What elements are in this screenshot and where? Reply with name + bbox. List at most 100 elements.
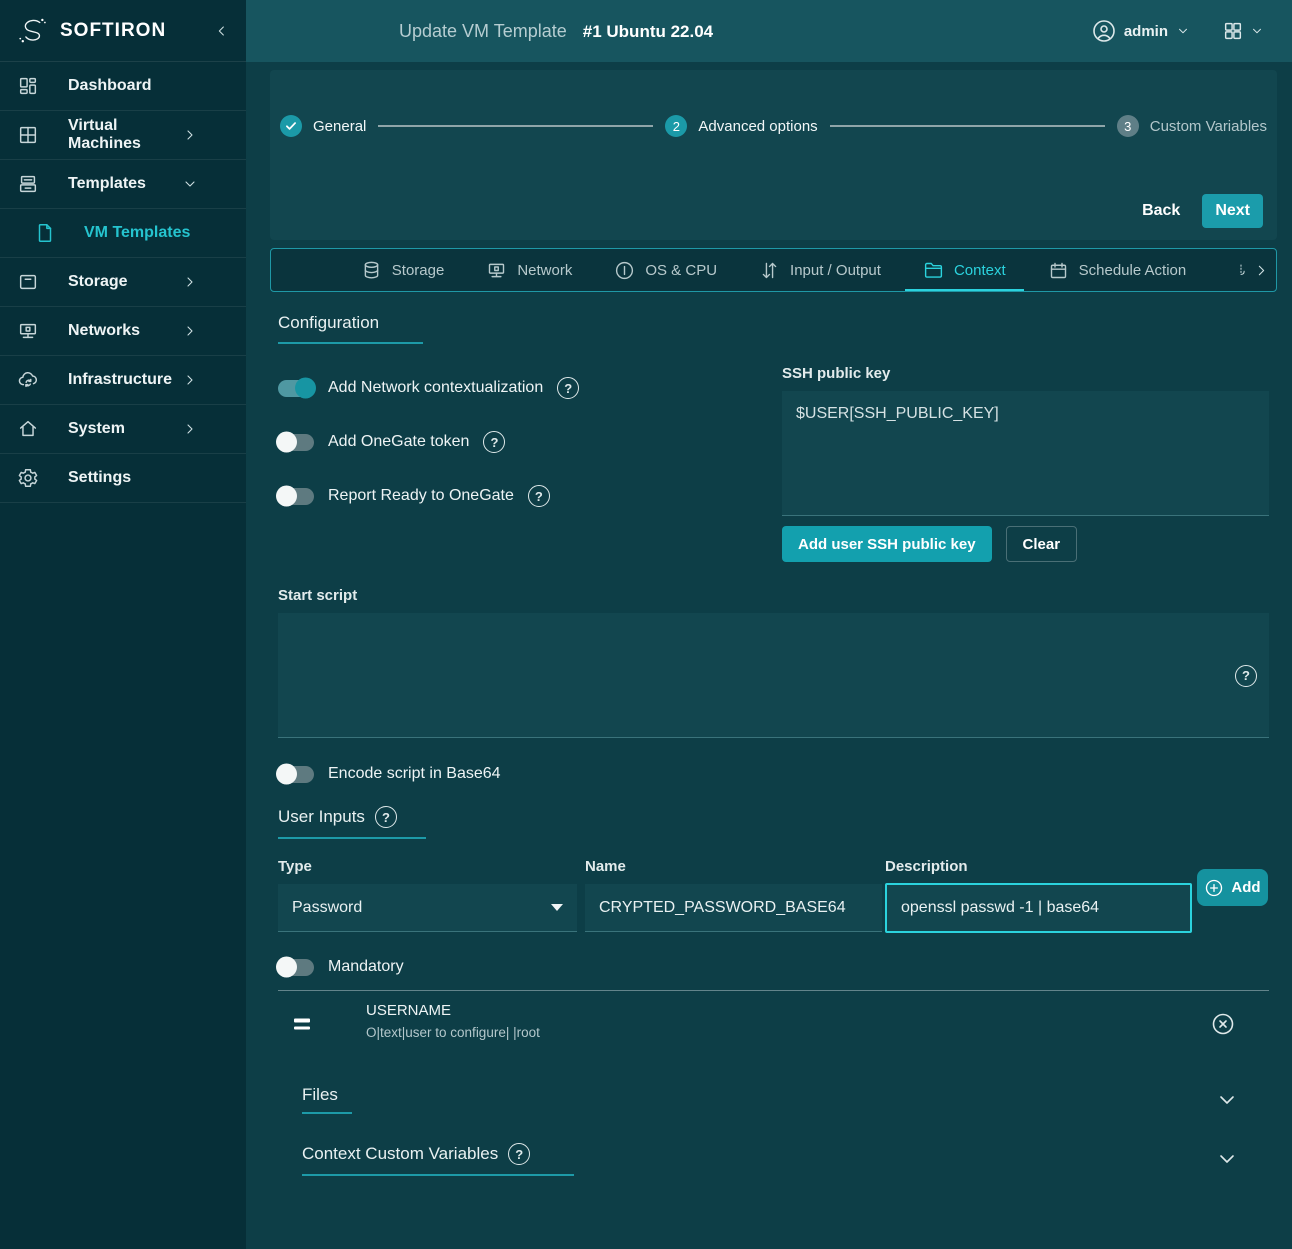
toggle-network-contextualization: Add Network contextualization ? bbox=[278, 374, 579, 402]
add-user-input-button[interactable]: Add bbox=[1197, 869, 1268, 906]
folder-icon bbox=[923, 260, 944, 281]
plus-circle-icon bbox=[1204, 878, 1224, 898]
chevron-right-icon bbox=[178, 417, 202, 441]
description-label: Description bbox=[885, 858, 1192, 876]
toggle-label: Add OneGate token bbox=[328, 433, 469, 451]
sidebar: SOFTIRON Dashboard Virtual Machines Temp… bbox=[0, 0, 246, 1249]
sidebar-item-storage[interactable]: Storage bbox=[0, 258, 246, 307]
tab-label: Schedule Action bbox=[1079, 262, 1187, 279]
toggle-switch[interactable] bbox=[278, 959, 314, 976]
stepper: General 2 Advanced options 3 Custom Vari… bbox=[280, 115, 1267, 137]
ssh-public-key-textarea[interactable]: $USER[SSH_PUBLIC_KEY] bbox=[782, 391, 1269, 516]
custom-variables-section-title: Context Custom Variables ? bbox=[302, 1143, 574, 1176]
step-general[interactable]: General bbox=[280, 115, 366, 137]
add-button-label: Add bbox=[1231, 879, 1260, 896]
tab-context[interactable]: Context bbox=[902, 249, 1027, 291]
user-icon bbox=[1092, 19, 1116, 43]
sidebar-item-label: Templates bbox=[68, 175, 178, 193]
select-caret-icon bbox=[551, 904, 563, 911]
clear-ssh-key-button[interactable]: Clear bbox=[1006, 526, 1078, 562]
home-icon bbox=[16, 417, 40, 441]
chevron-right-icon bbox=[178, 270, 202, 294]
back-button[interactable]: Back bbox=[1142, 202, 1180, 220]
custom-variables-expand-chevron-icon[interactable] bbox=[1215, 1147, 1239, 1171]
section-title-text: Configuration bbox=[278, 313, 379, 333]
step-label: Custom Variables bbox=[1150, 118, 1267, 135]
toggle-label: Mandatory bbox=[328, 958, 404, 976]
sidebar-item-vm-templates[interactable]: VM Templates bbox=[0, 209, 246, 258]
type-select[interactable]: Password bbox=[278, 884, 577, 932]
user-menu[interactable]: admin bbox=[1092, 19, 1190, 43]
sidebar-item-virtual-machines[interactable]: Virtual Machines bbox=[0, 111, 246, 160]
sidebar-item-label: Virtual Machines bbox=[68, 117, 178, 153]
sidebar-item-dashboard[interactable]: Dashboard bbox=[0, 62, 246, 111]
help-icon[interactable]: ? bbox=[1235, 665, 1257, 687]
name-label: Name bbox=[585, 858, 882, 876]
sidebar-item-infrastructure[interactable]: Infrastructure bbox=[0, 356, 246, 405]
tab-schedule-action[interactable]: Schedule Action bbox=[1027, 249, 1208, 291]
start-script-label: Start script bbox=[278, 587, 357, 604]
sidebar-item-label: Settings bbox=[68, 469, 230, 487]
collapse-sidebar-icon[interactable] bbox=[214, 23, 230, 39]
chevron-down-icon bbox=[1250, 24, 1264, 38]
toggle-switch[interactable] bbox=[278, 380, 314, 397]
softiron-logo-icon bbox=[16, 14, 50, 48]
step-label: General bbox=[313, 118, 366, 135]
step-advanced-options[interactable]: 2 Advanced options bbox=[665, 115, 817, 137]
toggle-switch[interactable] bbox=[278, 434, 314, 451]
help-icon[interactable]: ? bbox=[528, 485, 550, 507]
sidebar-item-templates[interactable]: Templates bbox=[0, 160, 246, 209]
step-custom-variables[interactable]: 3 Custom Variables bbox=[1117, 115, 1267, 137]
drag-handle-icon[interactable] bbox=[294, 1019, 310, 1030]
name-input[interactable] bbox=[585, 884, 882, 932]
remove-user-input-icon[interactable] bbox=[1211, 1012, 1235, 1036]
tab-input-output[interactable]: Input / Output bbox=[738, 249, 902, 291]
tab-os-cpu[interactable]: OS & CPU bbox=[593, 249, 738, 291]
files-expand-chevron-icon[interactable] bbox=[1215, 1088, 1239, 1112]
help-icon[interactable]: ? bbox=[483, 431, 505, 453]
help-icon[interactable]: ? bbox=[557, 377, 579, 399]
toggle-switch[interactable] bbox=[278, 488, 314, 505]
topbar: Update VM Template #1 Ubuntu 22.04 admin bbox=[246, 0, 1292, 62]
chevron-down-icon bbox=[178, 172, 202, 196]
user-inputs-section-title: User Inputs ? bbox=[278, 806, 426, 839]
description-input[interactable] bbox=[885, 883, 1192, 933]
step-label: Advanced options bbox=[698, 118, 817, 135]
next-button[interactable]: Next bbox=[1202, 194, 1263, 228]
tab-storage[interactable]: Storage bbox=[340, 249, 466, 291]
database-icon bbox=[361, 260, 382, 281]
sidebar-item-label: Infrastructure bbox=[68, 371, 178, 389]
step-connector bbox=[830, 125, 1105, 127]
info-circle-icon bbox=[614, 260, 635, 281]
page-title-wrap: Update VM Template #1 Ubuntu 22.04 bbox=[399, 21, 713, 42]
brand-name: SOFTIRON bbox=[60, 20, 214, 42]
apps-grid-icon bbox=[1222, 20, 1244, 42]
file-icon bbox=[33, 221, 57, 245]
virtual-machines-icon bbox=[16, 123, 40, 147]
ssh-public-key-label: SSH public key bbox=[782, 365, 890, 382]
stepper-panel: General 2 Advanced options 3 Custom Vari… bbox=[270, 70, 1277, 240]
help-icon[interactable]: ? bbox=[508, 1143, 530, 1165]
sidebar-item-label: VM Templates bbox=[84, 224, 230, 242]
sidebar-item-system[interactable]: System bbox=[0, 405, 246, 454]
tabs-scroll-right-icon[interactable] bbox=[1253, 262, 1270, 279]
tab-network[interactable]: Network bbox=[465, 249, 593, 291]
section-title-text: User Inputs bbox=[278, 807, 365, 827]
start-script-textarea[interactable] bbox=[278, 613, 1269, 738]
sidebar-item-label: Dashboard bbox=[68, 77, 230, 95]
user-inputs-form: Type Password Name Description Add bbox=[278, 858, 1269, 939]
sidebar-item-label: Storage bbox=[68, 273, 178, 291]
toggle-mandatory: Mandatory bbox=[278, 953, 404, 981]
type-select-value: Password bbox=[292, 899, 362, 917]
help-icon[interactable]: ? bbox=[375, 806, 397, 828]
apps-menu[interactable] bbox=[1222, 20, 1264, 42]
calendar-icon bbox=[1048, 260, 1069, 281]
main-content: General 2 Advanced options 3 Custom Vari… bbox=[246, 62, 1292, 1249]
toggle-switch[interactable] bbox=[278, 766, 314, 783]
sidebar-item-networks[interactable]: Networks bbox=[0, 307, 246, 356]
toggle-label: Report Ready to OneGate bbox=[328, 487, 514, 505]
add-ssh-key-button[interactable]: Add user SSH public key bbox=[782, 526, 992, 562]
sidebar-item-settings[interactable]: Settings bbox=[0, 454, 246, 503]
partial-tab-icon[interactable] bbox=[1236, 259, 1251, 281]
tab-label: OS & CPU bbox=[645, 262, 717, 279]
